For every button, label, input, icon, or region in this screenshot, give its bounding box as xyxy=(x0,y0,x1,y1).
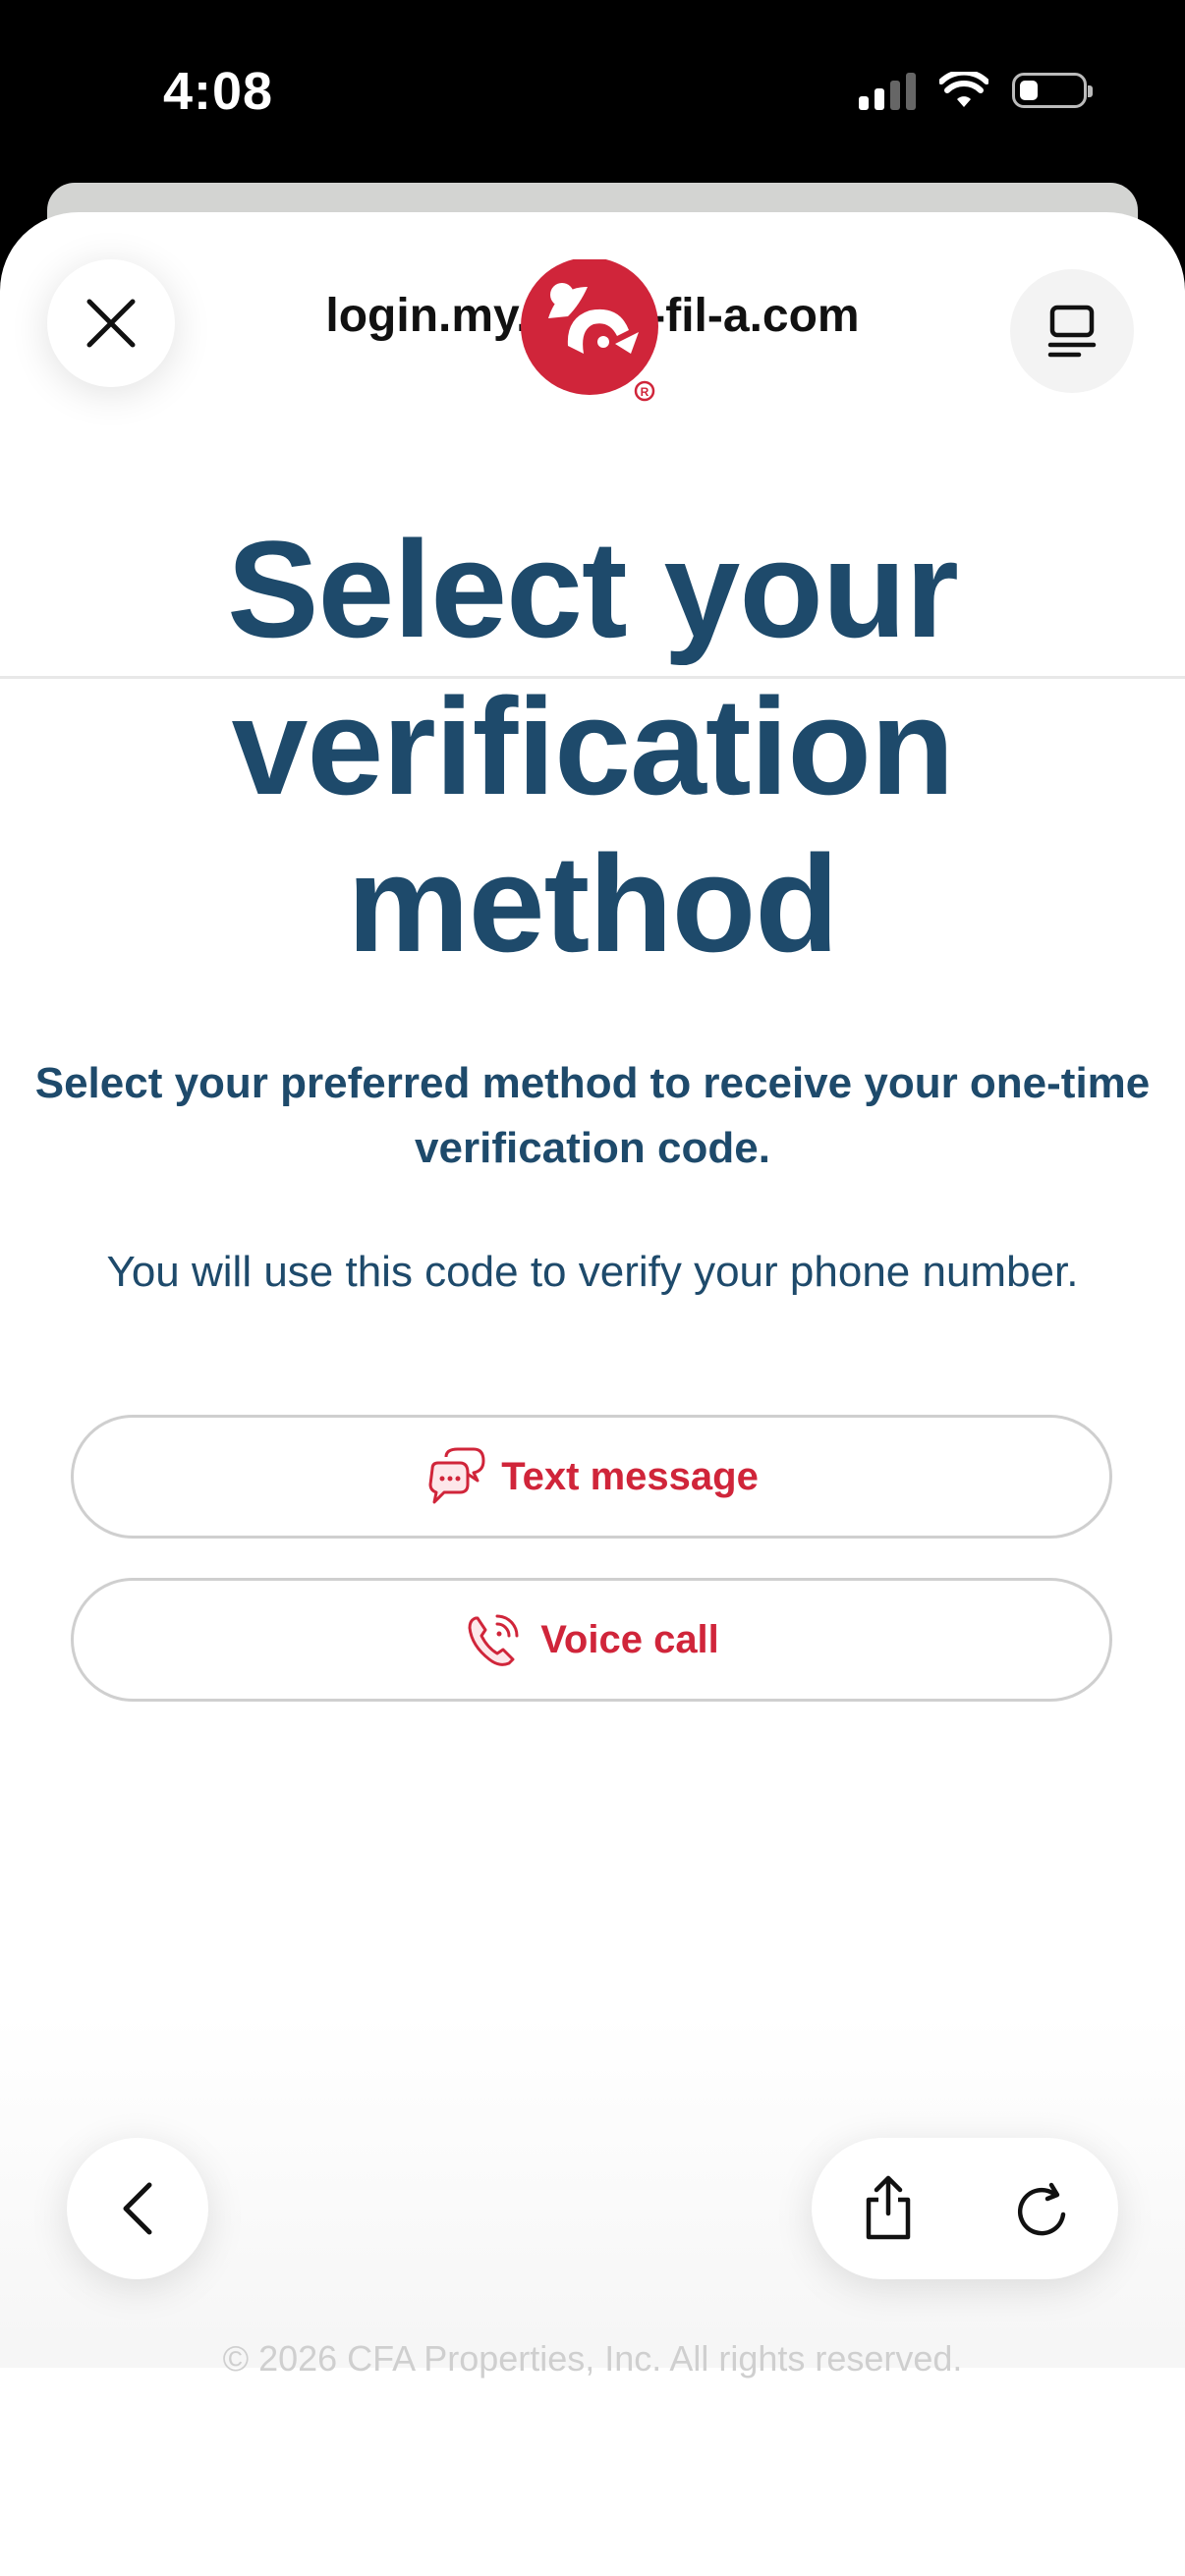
subtitle-line: verification code. xyxy=(415,1124,770,1172)
reader-mode-icon xyxy=(1047,305,1097,358)
status-time: 4:08 xyxy=(163,62,274,121)
wifi-icon xyxy=(939,72,988,107)
reload-button[interactable] xyxy=(992,2159,1091,2258)
text-message-label: Text message xyxy=(501,1454,759,1498)
page-title-line: verification xyxy=(231,669,955,823)
share-button[interactable] xyxy=(839,2159,937,2258)
reload-icon xyxy=(1017,2182,1066,2236)
text-message-button[interactable]: Text message xyxy=(71,1415,1112,1539)
voice-call-button[interactable]: Voice call xyxy=(71,1578,1112,1702)
close-button[interactable] xyxy=(47,259,175,387)
page-title: Select your verification method xyxy=(0,511,1185,982)
copyright-footer: © 2026 CFA Properties, Inc. All rights r… xyxy=(222,2338,963,2379)
close-icon xyxy=(86,299,136,348)
page-title-line: Select your xyxy=(227,512,959,666)
reader-mode-button[interactable] xyxy=(1010,269,1134,393)
browser-actions xyxy=(812,2138,1118,2279)
svg-text:R: R xyxy=(641,385,649,399)
chat-bubbles-icon xyxy=(428,1447,485,1504)
share-icon xyxy=(866,2175,911,2240)
page-note: You will use this code to verify your ph… xyxy=(106,1248,1079,1296)
battery-icon xyxy=(1012,73,1093,108)
status-icons xyxy=(859,71,1093,110)
page-subtitle: Select your preferred method to receive … xyxy=(20,1051,1165,1181)
back-button[interactable] xyxy=(67,2138,208,2279)
chick-fil-a-logo: R xyxy=(521,259,658,402)
status-bar: 4:08 xyxy=(0,0,1185,177)
subtitle-line: Select your preferred method to receive … xyxy=(34,1059,1151,1107)
phone-ringing-icon xyxy=(468,1614,519,1666)
page-title-line: method xyxy=(347,826,839,980)
cellular-signal-icon xyxy=(859,71,916,110)
voice-call-label: Voice call xyxy=(540,1617,719,1661)
chevron-left-icon xyxy=(123,2182,152,2235)
